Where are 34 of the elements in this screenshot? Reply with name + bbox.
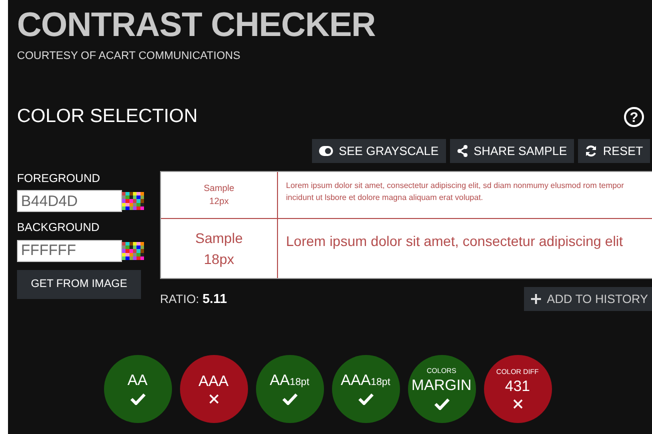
subtitle: COURTESY OF ACART COMMUNICATIONS xyxy=(17,49,242,64)
badge-label: AA xyxy=(127,373,148,389)
toggle-icon xyxy=(318,146,333,156)
section-title: COLOR SELECTION xyxy=(17,104,198,128)
reset-button[interactable]: RESET xyxy=(578,139,650,163)
share-icon xyxy=(456,145,468,157)
sample-size-label: Sample 18px xyxy=(195,228,243,269)
field-label: FOREGROUND xyxy=(17,172,102,187)
color-input[interactable]: FFFFFF xyxy=(17,240,122,262)
badge-label: 431 xyxy=(504,378,530,395)
ratio-text: RATIO: 5.11 xyxy=(160,290,228,308)
color-input[interactable]: B44D4D xyxy=(17,190,122,212)
sample-size-label: Sample 12px xyxy=(204,182,234,208)
field-label: BACKGROUND xyxy=(17,221,100,236)
plus-icon xyxy=(530,294,541,304)
refresh-icon xyxy=(584,145,597,157)
grayscale-button[interactable]: SEE GRAYSCALE xyxy=(312,139,446,163)
badge-label: MARGIN xyxy=(412,378,472,394)
share-button[interactable]: SHARE SAMPLE xyxy=(450,139,574,163)
help-icon[interactable]: ? xyxy=(624,106,644,127)
check-icon xyxy=(358,392,374,405)
sample-text: Lorem ipsum dolor sit amet, consectetur adipiscing elit xyxy=(286,233,623,249)
badge-label: AAA xyxy=(198,374,228,390)
check-icon xyxy=(130,392,146,405)
cross-icon xyxy=(208,394,218,404)
cross-icon xyxy=(512,398,522,409)
palette-icon[interactable] xyxy=(122,190,144,212)
palette-icon[interactable] xyxy=(122,240,144,262)
add-to-history-button[interactable]: ADD TO HISTORY xyxy=(524,287,652,311)
app-title: CONTRAST CHECKER xyxy=(17,8,376,42)
check-icon xyxy=(282,392,298,405)
check-icon xyxy=(434,398,450,410)
sample-text: Lorem ipsum dolor sit amet, consectetur adipiscing elit, sd diam nonmumy elusmod rom tempor incidunt ut lsbore et dolore magna aliquam erat volupat. xyxy=(286,181,624,202)
get-from-image-button[interactable]: GET FROM IMAGE xyxy=(17,270,141,298)
